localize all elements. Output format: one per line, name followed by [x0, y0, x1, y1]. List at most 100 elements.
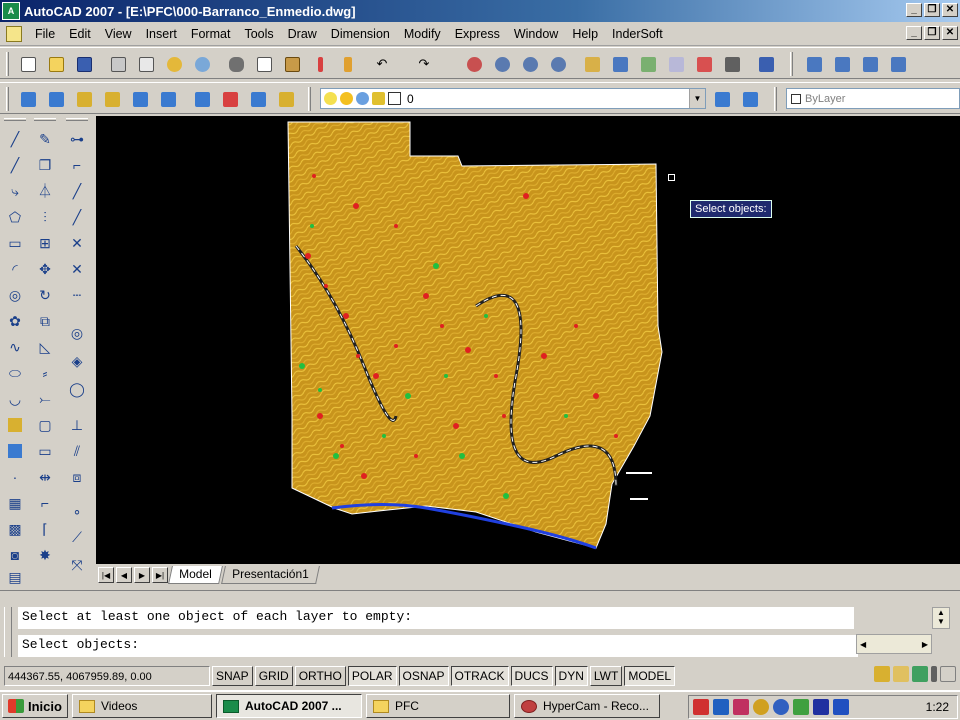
freeze-icon[interactable]	[340, 92, 353, 105]
layer-tool-icon[interactable]	[18, 89, 38, 109]
save-icon[interactable]	[74, 54, 94, 74]
chevron-down-icon[interactable]: ▼	[689, 89, 705, 108]
task-videos[interactable]: Videos	[71, 694, 212, 718]
minimize-button[interactable]: _	[906, 3, 922, 17]
autocad-app-icon[interactable]: A	[2, 2, 20, 20]
snap-none-icon[interactable]: ⤧	[66, 554, 88, 576]
scroll-right-icon[interactable]: ▶	[922, 640, 928, 649]
menu-edit[interactable]: Edit	[62, 27, 98, 41]
menu-draw[interactable]: Draw	[281, 27, 324, 41]
zoom-window-icon[interactable]	[520, 54, 540, 74]
zoom-realtime-icon[interactable]	[492, 54, 512, 74]
layer-tool-icon[interactable]	[192, 89, 212, 109]
dyn-toggle[interactable]: DYN	[554, 666, 588, 686]
polar-toggle[interactable]: POLAR	[347, 666, 397, 686]
pan-icon[interactable]	[464, 54, 484, 74]
command-window-grip[interactable]	[4, 607, 12, 657]
region-icon[interactable]: ◙	[4, 544, 26, 566]
last-tab-button[interactable]: ▶|	[152, 567, 168, 583]
hatch-icon[interactable]: ▦	[4, 492, 26, 514]
ellipse-icon[interactable]: ⬭	[4, 362, 26, 384]
array-icon[interactable]: ⊞	[34, 232, 56, 254]
menu-view[interactable]: View	[98, 27, 139, 41]
toolbar-grip[interactable]	[6, 87, 9, 111]
doc-restore-button[interactable]: ❐	[924, 26, 940, 40]
snap-from-icon[interactable]: ⌐	[66, 154, 88, 176]
plot-preview-icon[interactable]	[136, 54, 156, 74]
rotate-icon[interactable]: ↻	[34, 284, 56, 306]
chamfer-icon[interactable]: ⌐	[34, 492, 56, 514]
layer-tool-icon[interactable]	[248, 89, 268, 109]
snap-tangent-icon[interactable]: ◯	[66, 378, 88, 400]
offset-icon[interactable]: ⫶	[34, 206, 56, 228]
trim-icon[interactable]: ⸗	[34, 362, 56, 384]
polygon-icon[interactable]: ⬠	[4, 206, 26, 228]
ducs-toggle[interactable]: DUCS	[510, 666, 553, 686]
snap-nearest-icon[interactable]: ⟋	[66, 526, 88, 548]
task-pfc[interactable]: PFC	[365, 694, 510, 718]
menu-format[interactable]: Format	[184, 27, 238, 41]
join-icon[interactable]: ⇹	[34, 466, 56, 488]
zoom-previous-icon[interactable]	[548, 54, 568, 74]
menu-dimension[interactable]: Dimension	[324, 27, 397, 41]
tray-app-icon[interactable]	[693, 699, 709, 715]
table-icon[interactable]: ▤	[4, 566, 26, 588]
stretch-icon[interactable]: ◺	[34, 336, 56, 358]
snap-toggle[interactable]: SNAP	[212, 666, 253, 686]
extend-icon[interactable]: ⤚	[34, 388, 56, 410]
tray-app-icon[interactable]	[713, 699, 729, 715]
communication-center-icon[interactable]	[874, 666, 890, 682]
move-icon[interactable]: ✥	[34, 258, 56, 280]
scroll-left-icon[interactable]: ◀	[860, 640, 866, 649]
polyline-icon[interactable]: ⤷	[4, 180, 26, 202]
gradient-icon[interactable]: ▩	[4, 518, 26, 540]
command-horizontal-scrollbar[interactable]: ◀ ▶	[856, 634, 932, 654]
menu-help[interactable]: Help	[565, 27, 605, 41]
spline-icon[interactable]: ∿	[4, 336, 26, 358]
tray-app-icon[interactable]	[833, 699, 849, 715]
calculator-icon[interactable]	[722, 54, 742, 74]
menu-express[interactable]: Express	[448, 27, 507, 41]
make-object-layer-current-icon[interactable]	[712, 89, 732, 109]
plot-icon[interactable]	[108, 54, 128, 74]
snap-parallel-icon[interactable]: ⫽	[66, 440, 88, 462]
workspace-icon[interactable]	[888, 54, 908, 74]
drawing-area[interactable]: Select objects:	[96, 116, 960, 564]
toolbar-grip[interactable]	[6, 52, 9, 76]
menu-file[interactable]: File	[28, 27, 62, 41]
menu-modify[interactable]: Modify	[397, 27, 448, 41]
sheet-set-icon[interactable]	[666, 54, 686, 74]
revision-cloud-icon[interactable]: ✿	[4, 310, 26, 332]
coordinate-display[interactable]: 444367.55, 4067959.89, 0.00	[4, 666, 210, 686]
menu-insert[interactable]: Insert	[139, 27, 184, 41]
lwt-toggle[interactable]: LWT	[589, 666, 623, 686]
menu-window[interactable]: Window	[507, 27, 565, 41]
tray-app-icon[interactable]	[793, 699, 809, 715]
construction-line-icon[interactable]: ╱	[4, 154, 26, 176]
properties-icon[interactable]	[582, 54, 602, 74]
layer-color-icon[interactable]	[388, 92, 401, 105]
arc-icon[interactable]: ◜	[4, 258, 26, 280]
doc-minimize-button[interactable]: _	[906, 26, 922, 40]
break-icon[interactable]: ▭	[34, 440, 56, 462]
start-button[interactable]: Inicio	[2, 694, 68, 718]
freeze-viewport-icon[interactable]	[356, 92, 369, 105]
scale-icon[interactable]: ⧉	[34, 310, 56, 332]
grid-toggle[interactable]: GRID	[254, 666, 293, 686]
tool-palettes-icon[interactable]	[638, 54, 658, 74]
match-properties-icon[interactable]	[310, 54, 330, 74]
break-at-point-icon[interactable]: ▢	[34, 414, 56, 436]
rectangle-icon[interactable]: ▭	[4, 232, 26, 254]
ellipse-arc-icon[interactable]: ◡	[4, 388, 26, 410]
cut-icon[interactable]	[226, 54, 246, 74]
undo-icon[interactable]: ↶	[372, 54, 392, 74]
layer-tool-icon[interactable]	[220, 89, 240, 109]
layer-tool-icon[interactable]	[276, 89, 296, 109]
toolbar-grip[interactable]	[774, 87, 777, 111]
tray-app-icon[interactable]	[773, 699, 789, 715]
prev-tab-button[interactable]: ◀	[116, 567, 132, 583]
design-center-icon[interactable]	[610, 54, 630, 74]
tray-settings-icon[interactable]	[912, 666, 928, 682]
make-block-icon[interactable]	[4, 440, 26, 462]
fillet-icon[interactable]: ⌈	[34, 518, 56, 540]
